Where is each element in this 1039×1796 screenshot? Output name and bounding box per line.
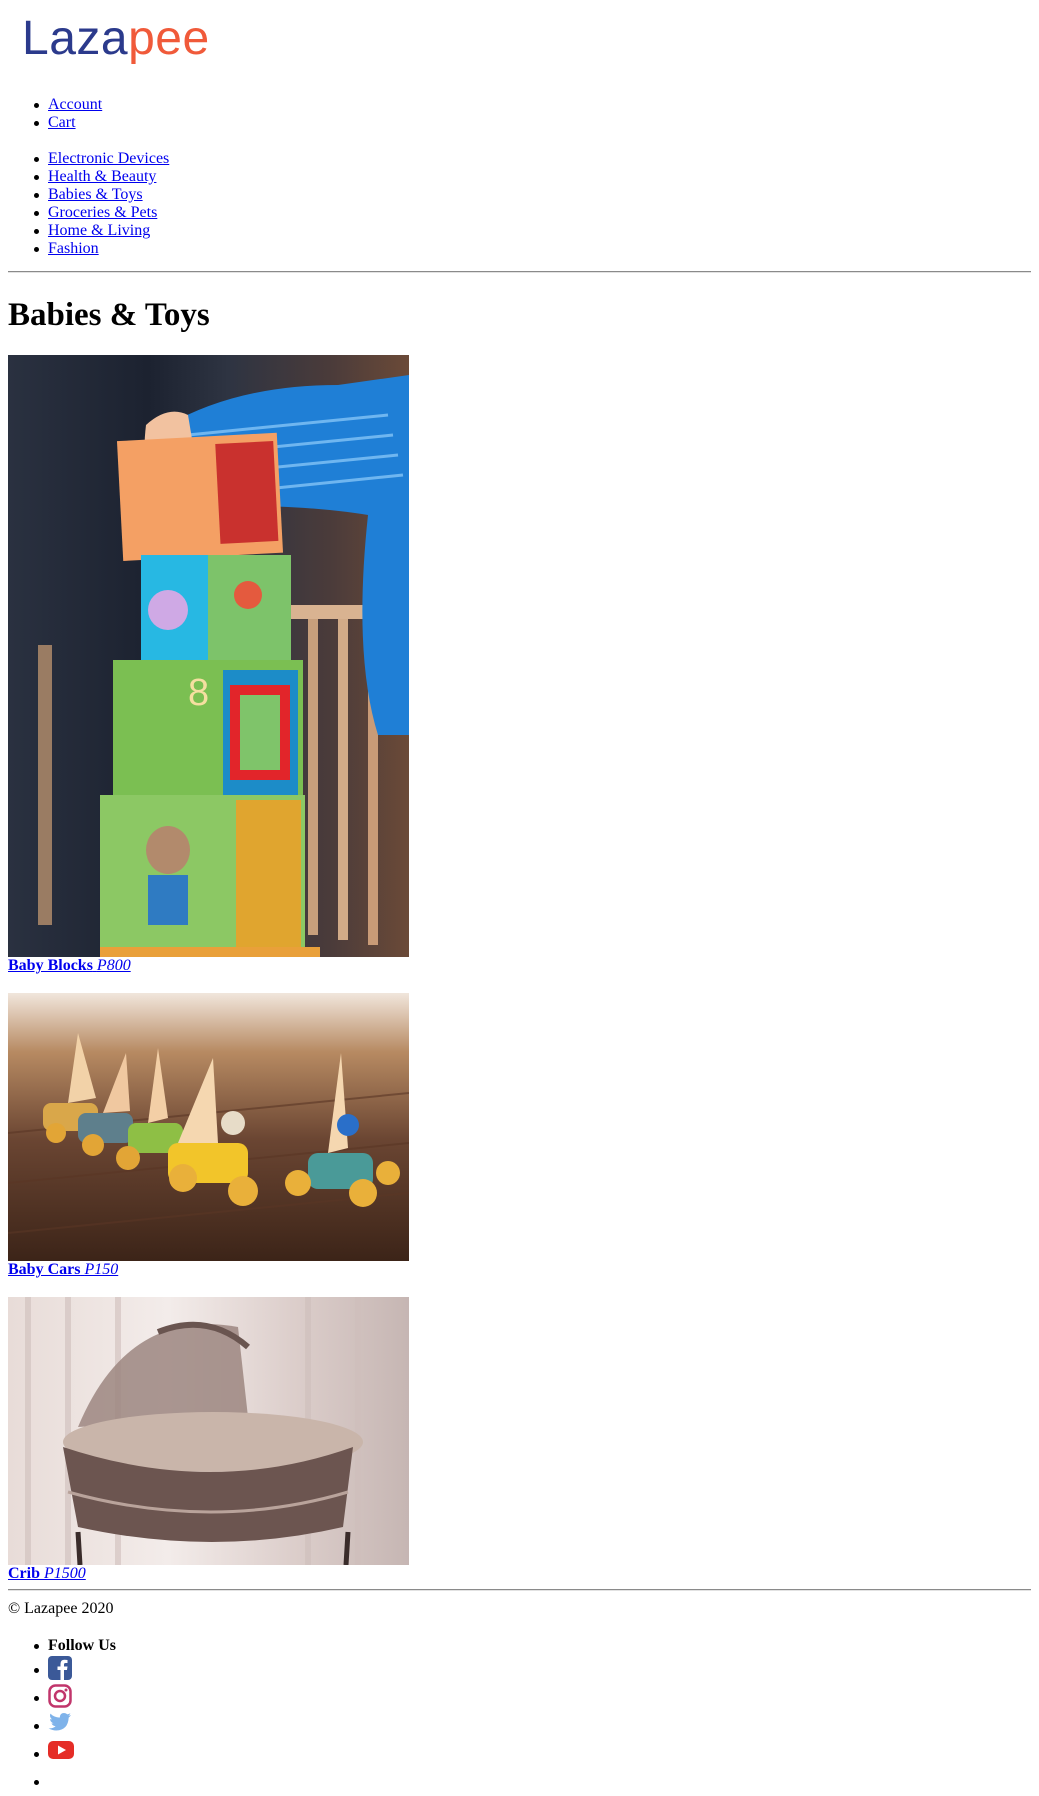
youtube-icon (48, 1741, 74, 1759)
product-card: 8 Baby Blocks P800 (8, 355, 409, 975)
site-logo[interactable]: Lazapee (22, 15, 210, 63)
social-item (34, 1740, 116, 1768)
category-link-groceries-pets[interactable]: Groceries & Pets (48, 204, 157, 221)
product-link-baby-cars[interactable]: Baby Cars P150 (8, 1261, 118, 1278)
social-item (34, 1768, 116, 1796)
product-caption: Baby Blocks P800 (8, 957, 409, 975)
product-link-crib[interactable]: Crib P1500 (8, 1565, 86, 1582)
product-price: P1500 (44, 1565, 86, 1582)
youtube-link[interactable] (48, 1741, 74, 1764)
product-price: P150 (84, 1261, 119, 1278)
product-link-baby-blocks[interactable]: Baby Blocks P800 (8, 957, 131, 974)
product-name: Baby Blocks (8, 957, 93, 974)
category-link-home-living[interactable]: Home & Living (48, 222, 150, 239)
product-card: Baby Cars P150 (8, 993, 409, 1279)
social-item (34, 1656, 116, 1684)
category-item: Electronic Devices (33, 150, 169, 168)
logo-text-part2: pee (128, 12, 210, 65)
product-image-baby-blocks[interactable]: 8 (8, 355, 409, 957)
follow-label: Follow Us (34, 1637, 116, 1654)
product-card: Crib P1500 (8, 1297, 409, 1583)
category-link-electronic-devices[interactable]: Electronic Devices (48, 150, 169, 167)
logo-text-part1: Laza (22, 12, 129, 65)
product-name: Crib (8, 1565, 40, 1582)
category-item: Groceries & Pets (33, 204, 169, 222)
product-image-crib[interactable] (8, 1297, 409, 1565)
category-item: Babies & Toys (33, 186, 169, 204)
category-link-health-beauty[interactable]: Health & Beauty (48, 168, 156, 185)
twitter-link[interactable] (48, 1713, 72, 1738)
header-divider (8, 271, 1031, 273)
page-title: Babies & Toys (8, 297, 210, 333)
product-caption: Baby Cars P150 (8, 1261, 409, 1279)
category-item: Health & Beauty (33, 168, 169, 186)
facebook-link[interactable] (48, 1656, 72, 1684)
product-price: P800 (96, 957, 131, 974)
category-item: Fashion (33, 240, 169, 258)
category-link-fashion[interactable]: Fashion (48, 240, 99, 257)
product-caption: Crib P1500 (8, 1565, 409, 1583)
account-nav: Account Cart (33, 96, 102, 132)
product-image-baby-cars[interactable] (8, 993, 409, 1261)
category-link-babies-toys[interactable]: Babies & Toys (48, 186, 143, 203)
category-nav: Electronic Devices Health & Beauty Babie… (33, 150, 169, 258)
instagram-link[interactable] (48, 1684, 72, 1712)
social-item (34, 1684, 116, 1712)
account-link[interactable]: Account (48, 96, 102, 113)
svg-text:8: 8 (188, 672, 209, 714)
cart-link[interactable]: Cart (48, 114, 76, 131)
copyright: © Lazapee 2020 (8, 1600, 114, 1617)
footer-divider (8, 1589, 1031, 1591)
twitter-icon (48, 1713, 71, 1731)
product-name: Baby Cars (8, 1261, 81, 1278)
social-item (34, 1712, 116, 1740)
account-nav-item: Account (33, 96, 102, 114)
account-nav-item: Cart (33, 114, 102, 132)
facebook-icon (48, 1656, 72, 1680)
category-item: Home & Living (33, 222, 169, 240)
instagram-icon (48, 1684, 72, 1708)
social-links: Follow Us (34, 1636, 116, 1796)
